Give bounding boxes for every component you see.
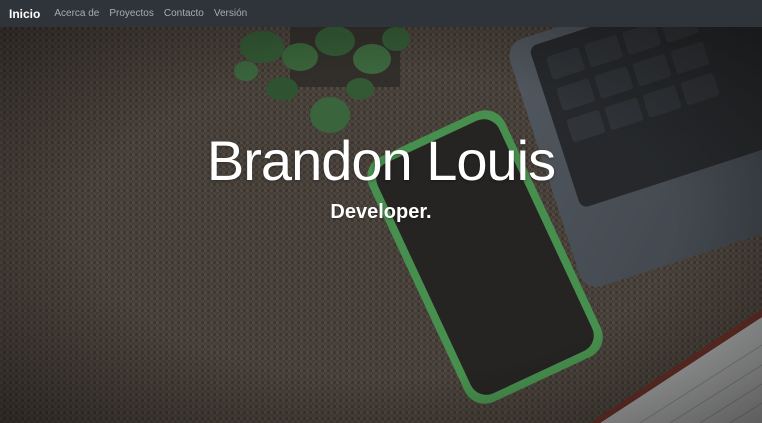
- hero-background-photo: [0, 27, 762, 423]
- nav-link-contact[interactable]: Contacto: [164, 8, 204, 19]
- nav-link-projects[interactable]: Proyectos: [109, 8, 153, 19]
- nav-link-version[interactable]: Versión: [214, 8, 247, 19]
- hero-subtitle: Developer.: [330, 201, 432, 223]
- hero-section: Brandon Louis Developer.: [0, 27, 762, 423]
- top-navbar: Inicio Acerca de Proyectos Contacto Vers…: [0, 0, 762, 27]
- hero-title: Brandon Louis: [206, 129, 556, 192]
- page: Inicio Acerca de Proyectos Contacto Vers…: [0, 0, 762, 423]
- nav-link-about[interactable]: Acerca de: [54, 8, 99, 19]
- nav-home-link[interactable]: Inicio: [9, 7, 40, 21]
